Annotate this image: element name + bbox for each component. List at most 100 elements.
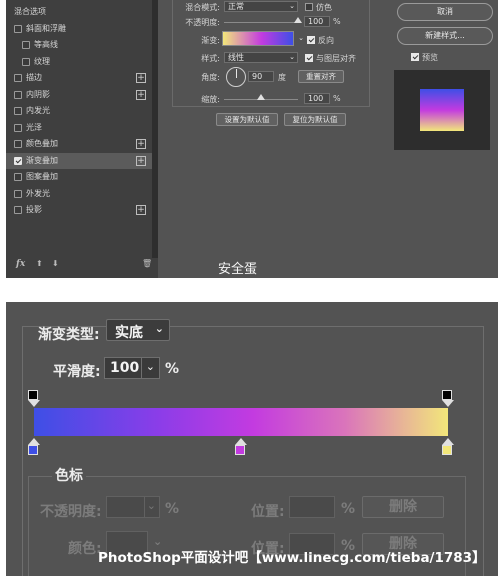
smoothness-input[interactable]: 100 ⌄ xyxy=(104,357,160,379)
angle-label: 角度: xyxy=(201,73,220,82)
gradient-type-select[interactable]: 实底 ⌄ xyxy=(106,319,170,341)
preview-checkbox[interactable] xyxy=(411,53,419,61)
effect-checkbox[interactable] xyxy=(14,123,22,132)
stop-opacity-unit: % xyxy=(165,501,180,517)
effect-label: 斜面和浮雕 xyxy=(26,23,66,33)
effect-label: 混合选项 xyxy=(14,7,46,16)
style-preview xyxy=(394,70,490,150)
opacity-unit: % xyxy=(333,17,341,26)
add-effect-icon[interactable]: + xyxy=(136,205,146,215)
gradient-swatch[interactable] xyxy=(222,31,294,46)
opacity-stop-pointer[interactable] xyxy=(442,400,454,407)
color-stop-pointer[interactable] xyxy=(28,438,40,445)
opacity-stop-pointer[interactable] xyxy=(28,400,40,407)
opacity-location-input[interactable] xyxy=(289,496,335,518)
gradient-type-value: 实底 xyxy=(115,325,143,341)
effect-label: 图案叠加 xyxy=(26,172,58,181)
blend-mode-select[interactable]: 正常 ⌄ xyxy=(224,1,298,12)
color-stop-pointer[interactable] xyxy=(442,438,454,445)
watermark-text: 安全蛋 xyxy=(218,262,258,277)
fx-icon[interactable]: fx xyxy=(16,259,25,269)
opacity-stop[interactable] xyxy=(442,390,452,400)
delete-opacity-stop-button[interactable]: 删除 xyxy=(362,496,444,518)
chevron-down-icon: ⌄ xyxy=(145,360,155,373)
align-with-layer-checkbox[interactable] xyxy=(305,54,313,62)
opacity-stop[interactable] xyxy=(28,390,38,400)
smoothness-label: 平滑度: xyxy=(53,364,101,380)
add-effect-icon[interactable]: + xyxy=(136,155,146,166)
color-stop[interactable] xyxy=(442,445,452,455)
effect-item[interactable]: 内发光 xyxy=(6,103,158,119)
stop-opacity-input[interactable]: ⌄ xyxy=(106,496,160,518)
scale-input[interactable]: 100 xyxy=(304,93,330,104)
dither-checkbox[interactable] xyxy=(305,3,313,11)
effect-item[interactable]: 纹理 xyxy=(6,54,158,70)
dither-label: 仿色 xyxy=(316,3,332,12)
color-stop-pointer[interactable] xyxy=(235,438,247,445)
effect-checkbox[interactable] xyxy=(14,107,22,115)
color-stop[interactable] xyxy=(235,445,245,455)
stop-opacity-label: 不透明度: xyxy=(40,504,102,520)
effects-scrollbar[interactable] xyxy=(152,0,158,258)
add-effect-icon[interactable]: + xyxy=(136,89,146,100)
effect-checkbox[interactable] xyxy=(14,74,22,82)
scale-slider-thumb[interactable] xyxy=(257,94,265,100)
trash-icon[interactable]: 🗑 xyxy=(142,259,152,268)
effect-label: 内发光 xyxy=(26,106,50,115)
smoothness-divider xyxy=(141,358,142,378)
gradient-overlay-settings: 混合模式: 正常 ⌄ 仿色 不透明度: 100 % 渐变: ⌄ 反向 样式: 线… xyxy=(164,0,384,278)
effect-checkbox[interactable] xyxy=(14,206,22,214)
effects-footer: fx ⬆ ⬇ 🗑 xyxy=(6,256,158,278)
opacity-label: 不透明度: xyxy=(185,18,220,27)
angle-dial[interactable] xyxy=(226,67,246,87)
effect-item[interactable]: 图案叠加 xyxy=(6,169,158,185)
effect-checkbox[interactable] xyxy=(14,189,22,198)
chevron-down-icon: ⌄ xyxy=(146,499,156,512)
reset-to-default-button[interactable]: 复位为默认值 xyxy=(284,113,346,126)
move-up-icon[interactable]: ⬆ xyxy=(36,259,43,268)
effect-checkbox[interactable] xyxy=(14,140,22,148)
effect-item[interactable]: 颜色叠加 + xyxy=(6,136,158,152)
add-effect-icon[interactable]: + xyxy=(136,139,146,149)
effect-item[interactable]: 外发光 xyxy=(6,186,158,202)
effect-item[interactable]: 混合选项 xyxy=(6,4,158,20)
chevron-down-icon: ⌄ xyxy=(289,2,295,10)
effect-item[interactable]: 等高线 xyxy=(6,37,158,53)
effect-checkbox[interactable] xyxy=(22,41,30,49)
opacity-location-unit: % xyxy=(341,501,356,517)
effect-label: 外发光 xyxy=(26,188,50,198)
reverse-checkbox[interactable] xyxy=(307,36,315,44)
effect-item[interactable]: 投影 + xyxy=(6,202,158,218)
effect-label: 投影 xyxy=(26,205,42,214)
style-select[interactable]: 线性 ⌄ xyxy=(224,52,298,63)
color-stop[interactable] xyxy=(28,445,38,455)
new-style-button[interactable]: 新建样式... xyxy=(397,27,493,45)
angle-input[interactable]: 90 xyxy=(248,71,274,82)
reset-alignment-button[interactable]: 重置对齐 xyxy=(298,70,344,83)
set-as-default-button[interactable]: 设置为默认值 xyxy=(216,113,278,126)
effect-checkbox[interactable] xyxy=(14,24,22,33)
effect-item[interactable]: 斜面和浮雕 xyxy=(6,21,158,37)
gradient-picker-chevron-icon[interactable]: ⌄ xyxy=(295,34,304,45)
preview-label: 预览 xyxy=(422,53,438,62)
effect-item[interactable]: 描边 + xyxy=(6,70,158,86)
effect-item[interactable]: 渐变叠加 + xyxy=(6,152,158,169)
blend-mode-label: 混合模式: xyxy=(185,3,220,12)
scale-unit: % xyxy=(333,94,341,103)
effect-checkbox[interactable] xyxy=(14,156,22,165)
add-effect-icon[interactable]: + xyxy=(136,73,146,83)
effect-item[interactable]: 光泽 xyxy=(6,120,158,136)
move-down-icon[interactable]: ⬇ xyxy=(52,259,59,268)
effect-label: 颜色叠加 xyxy=(26,139,58,148)
effect-checkbox[interactable] xyxy=(22,57,30,66)
cancel-button[interactable]: 取消 xyxy=(397,3,493,21)
gradient-editor: 渐变类型: 实底 ⌄ 平滑度: 100 ⌄ % 色标 不透明度: ⌄ % 位置:… xyxy=(6,302,498,576)
gradient-bar[interactable] xyxy=(34,408,448,436)
opacity-input[interactable]: 100 xyxy=(304,16,330,27)
effect-checkbox[interactable] xyxy=(14,173,22,181)
opacity-slider-thumb[interactable] xyxy=(294,17,302,23)
effect-item[interactable]: 内阴影 + xyxy=(6,87,158,103)
chevron-down-icon: ⌄ xyxy=(289,53,295,61)
opacity-slider-track[interactable] xyxy=(224,22,298,23)
effect-checkbox[interactable] xyxy=(14,90,22,99)
